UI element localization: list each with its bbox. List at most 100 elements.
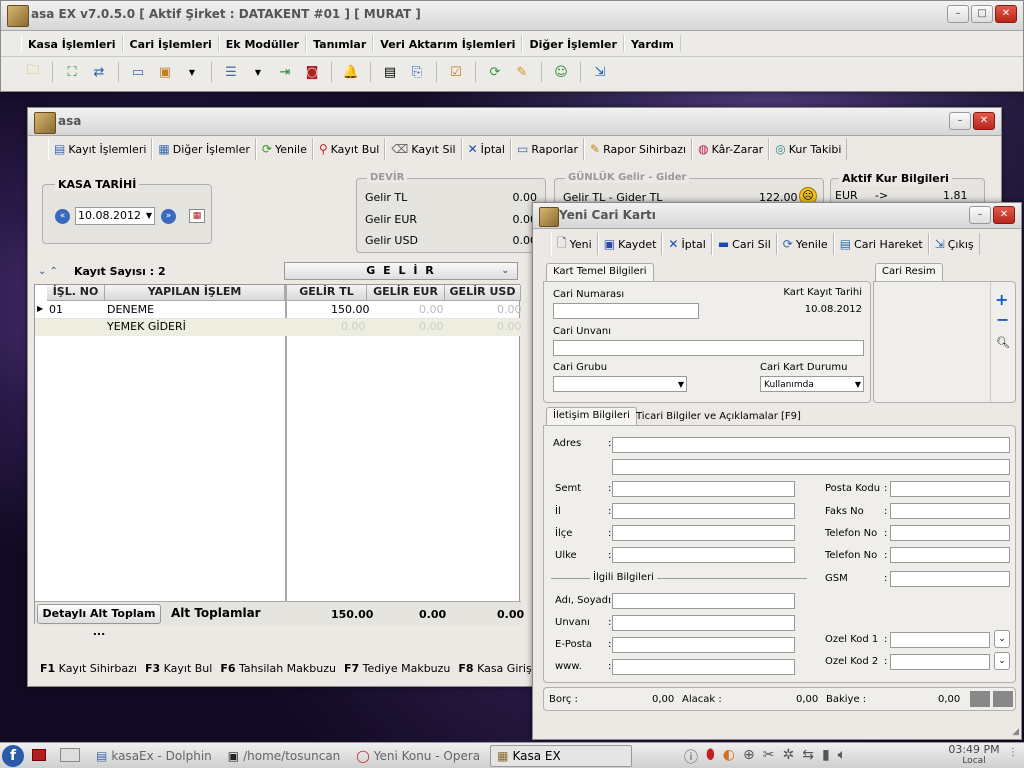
adres-line1-field[interactable] <box>612 437 1010 453</box>
adres-line2-field[interactable] <box>612 459 1010 475</box>
export-icon[interactable]: ⇥ <box>273 61 297 83</box>
menu-tanimlar[interactable]: Tanımlar <box>306 35 374 52</box>
telefon-no-2-field[interactable] <box>890 547 1010 563</box>
gelir-header[interactable]: G E L İ R ⌄ <box>284 262 518 280</box>
firefox-tray-icon[interactable]: ◐ <box>723 747 735 767</box>
menu-diger-islemler[interactable]: Diğer İşlemler <box>522 35 624 52</box>
tab-cari-resim[interactable]: Cari Resim <box>875 263 943 281</box>
raporlar-button[interactable]: ▭ Raporlar <box>510 138 585 160</box>
battery-icon[interactable]: ▮ <box>822 747 830 767</box>
clipboard-icon[interactable]: ✂ <box>763 747 775 767</box>
menu-yardim[interactable]: Yardım <box>623 35 681 52</box>
menu-ek-moduller[interactable]: Ek Modüller <box>218 35 307 52</box>
network-icon[interactable]: ⊕ <box>743 747 755 767</box>
cikis-button[interactable]: ⇲ Çıkış <box>928 233 980 255</box>
chevron-down-icon[interactable]: ▼ <box>180 61 204 83</box>
detayli-alt-toplam-button[interactable]: Detaylı Alt Toplam ... <box>37 604 161 638</box>
col-islno[interactable]: İŞL. NO <box>47 285 105 301</box>
id-card-icon[interactable]: ▤ <box>378 61 402 83</box>
clock[interactable]: 03:49 PM Local <box>946 743 1002 766</box>
yenile-button[interactable]: ⟳ Yenile <box>776 233 834 255</box>
document-icon[interactable]: ⎘ <box>405 61 429 83</box>
refresh-icon[interactable]: ⟳ <box>483 61 507 83</box>
connection-icon[interactable]: ⇆ <box>802 747 814 767</box>
chevron-down-icon[interactable]: ▼ <box>678 380 684 389</box>
cari-hareket-button[interactable]: ▤ Cari Hareket <box>833 233 929 255</box>
add-icon[interactable]: + <box>995 290 1008 309</box>
exit-icon[interactable]: ⇲ <box>588 61 612 83</box>
col-gelir-tl[interactable]: GELİR TL <box>287 285 367 301</box>
telefon-no-field[interactable] <box>890 525 1010 541</box>
task-kasa-ex[interactable]: ▦ Kasa EX <box>490 745 633 767</box>
col-gelir-usd[interactable]: GELİR USD <box>445 285 521 301</box>
cari-unvani-field[interactable] <box>553 340 864 356</box>
panel-handle-icon[interactable]: ⋮ <box>1008 747 1018 758</box>
semt-field[interactable] <box>612 481 795 497</box>
record-icon[interactable]: ◙ <box>300 61 324 83</box>
table-row[interactable]: ▶ 01 DENEME 150.00 0.00 0.00 <box>35 302 522 319</box>
cari-numarasi-field[interactable] <box>553 303 699 319</box>
kayit-sil-button[interactable]: ⌫ Kayıt Sil <box>385 138 462 160</box>
ozel-kod-1-dropdown[interactable]: ⌄ <box>994 630 1010 648</box>
resize-grip-icon[interactable]: ◢ <box>1012 727 1019 737</box>
table-row[interactable]: YEMEK GİDERİ 0.00 0.00 0.00 <box>35 319 522 336</box>
chevron-down-icon[interactable]: ▼ <box>855 380 861 389</box>
minimize-button[interactable]: – <box>947 5 969 23</box>
ozel-kod-2-dropdown[interactable]: ⌄ <box>994 652 1010 670</box>
date-field[interactable]: 10.08.2012 ▼ <box>75 207 155 225</box>
minimize-button[interactable]: – <box>969 206 991 224</box>
folder-icon[interactable]: 🗀 <box>21 61 45 83</box>
col-yapilan-islem[interactable]: YAPILAN İŞLEM <box>105 285 285 301</box>
faks-no-field[interactable] <box>890 503 1010 519</box>
gsm-field[interactable] <box>890 571 1010 587</box>
diger-islemler-button[interactable]: ▦ Diğer İşlemler <box>152 138 256 160</box>
kaydet-button[interactable]: ▣ Kaydet <box>597 233 663 255</box>
task-opera[interactable]: ◯ Yeni Konu - Opera <box>350 745 486 767</box>
volume-icon[interactable]: 🔈︎ <box>838 747 846 767</box>
maximize-button[interactable]: □ <box>971 5 993 23</box>
task-dolphin[interactable]: ▤ kasaEx - Dolphin <box>90 745 218 767</box>
ozel-kod-2-field[interactable] <box>890 654 990 670</box>
col-gelir-eur[interactable]: GELİR EUR <box>367 285 445 301</box>
menu-kasa-islemleri[interactable]: Kasa İşlemleri <box>21 35 123 52</box>
minimize-button[interactable]: – <box>949 112 971 130</box>
zoom-icon[interactable]: 🔍︎ <box>996 336 1010 349</box>
card-icon[interactable]: ▣ <box>153 61 177 83</box>
kur-takibi-button[interactable]: ◎ Kur Takibi <box>769 138 848 160</box>
opera-tray-icon[interactable]: ⬮ <box>706 747 715 767</box>
next-date-icon[interactable]: » <box>161 209 176 224</box>
settings-icon[interactable]: ✲ <box>782 747 794 767</box>
close-button[interactable]: ✕ <box>995 5 1017 23</box>
edit-icon[interactable]: ✎ <box>510 61 534 83</box>
iptal-button[interactable]: ✕ İptal <box>662 233 712 255</box>
iptal-button[interactable]: ✕ İptal <box>461 138 511 160</box>
transfer-icon[interactable]: ⇄ <box>87 61 111 83</box>
yeni-button[interactable]: 🗋 Yeni <box>551 233 598 255</box>
menu-veri-aktarim[interactable]: Veri Aktarım İşlemleri <box>373 35 523 52</box>
remove-icon[interactable]: − <box>996 310 1009 329</box>
task-terminal[interactable]: ▣/home/tosuncan <box>222 745 347 767</box>
collapse-icon[interactable]: ⌄ ⌃ <box>38 266 58 277</box>
adi-soyadi-field[interactable] <box>612 593 795 609</box>
list-icon[interactable]: ☰ <box>219 61 243 83</box>
fedora-icon[interactable]: f <box>2 745 24 767</box>
e-posta-field[interactable] <box>612 637 795 653</box>
chevron-down-icon[interactable]: ▼ <box>146 211 152 220</box>
www-field[interactable] <box>612 659 795 675</box>
info-icon[interactable]: ⓘ <box>684 747 698 767</box>
ulke-field[interactable] <box>612 547 795 563</box>
il-field[interactable] <box>612 503 795 519</box>
new-window-icon[interactable]: ▭ <box>126 61 150 83</box>
show-desktop-icon[interactable] <box>32 749 46 761</box>
close-button[interactable]: ✕ <box>973 112 995 130</box>
kayit-islemleri-button[interactable]: ▤ Kayıt İşlemleri <box>48 138 153 160</box>
kar-zarar-button[interactable]: ◍ Kâr-Zarar <box>692 138 770 160</box>
chevron-down-icon[interactable]: ▼ <box>246 61 270 83</box>
tab-iletisim-bilgileri[interactable]: İletişim Bilgileri <box>546 407 637 425</box>
cari-grubu-select[interactable]: ▼ <box>553 376 687 392</box>
tab-kart-temel-bilgileri[interactable]: Kart Temel Bilgileri <box>546 263 654 281</box>
calendar-icon[interactable]: ▦ <box>189 209 205 223</box>
user-icon[interactable]: ☺ <box>549 61 573 83</box>
bell-icon[interactable]: 🔔 <box>339 61 363 83</box>
pager-icon[interactable] <box>60 748 80 762</box>
